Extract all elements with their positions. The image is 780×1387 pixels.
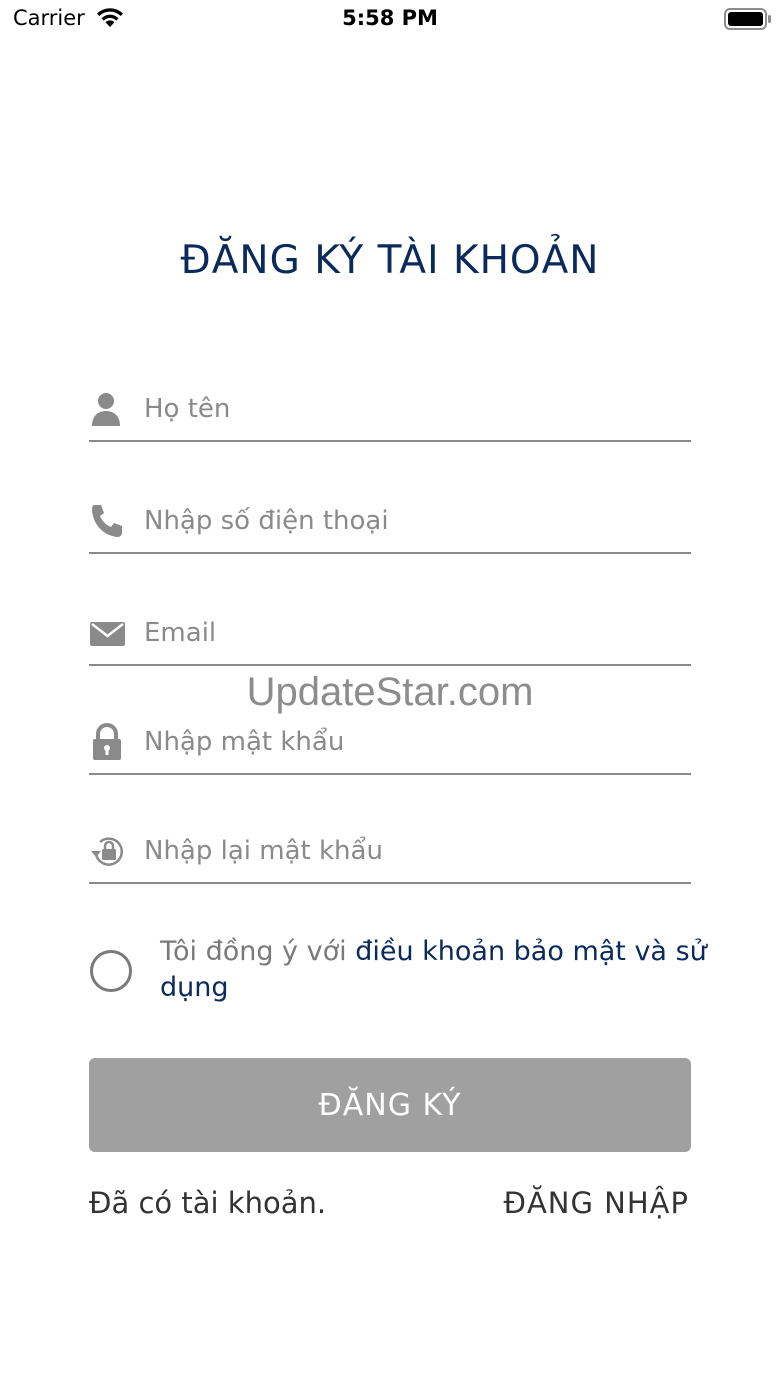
mail-icon — [90, 622, 125, 646]
terms-text: Tôi đồng ý với điều khoản bảo mật và sử … — [160, 934, 720, 1006]
name-input[interactable] — [144, 384, 684, 434]
terms-radio[interactable] — [90, 950, 132, 992]
phone-icon — [92, 505, 122, 537]
confirm-password-input[interactable] — [144, 826, 684, 876]
lock-icon — [93, 723, 121, 760]
password-field — [89, 717, 691, 775]
lock-reset-icon — [91, 837, 124, 866]
name-field — [89, 384, 691, 442]
phone-field — [89, 496, 691, 554]
status-time: 5:58 PM — [342, 6, 438, 30]
register-button[interactable]: ĐĂNG KÝ — [89, 1058, 691, 1152]
login-link[interactable]: ĐĂNG NHẬP — [503, 1186, 689, 1220]
terms-prefix: Tôi đồng ý với — [160, 936, 356, 967]
status-bar: Carrier 5:58 PM — [0, 0, 780, 40]
password-input[interactable] — [144, 717, 684, 767]
have-account-text: Đã có tài khoản. — [89, 1186, 327, 1220]
confirm-password-field — [89, 826, 691, 884]
email-field — [89, 608, 691, 666]
email-input[interactable] — [144, 608, 684, 658]
phone-input[interactable] — [144, 496, 684, 546]
battery-icon — [724, 8, 771, 30]
watermark: UpdateStar.com — [246, 670, 534, 714]
page-title: ĐĂNG KÝ TÀI KHOẢN — [180, 238, 600, 283]
person-icon — [92, 393, 120, 426]
